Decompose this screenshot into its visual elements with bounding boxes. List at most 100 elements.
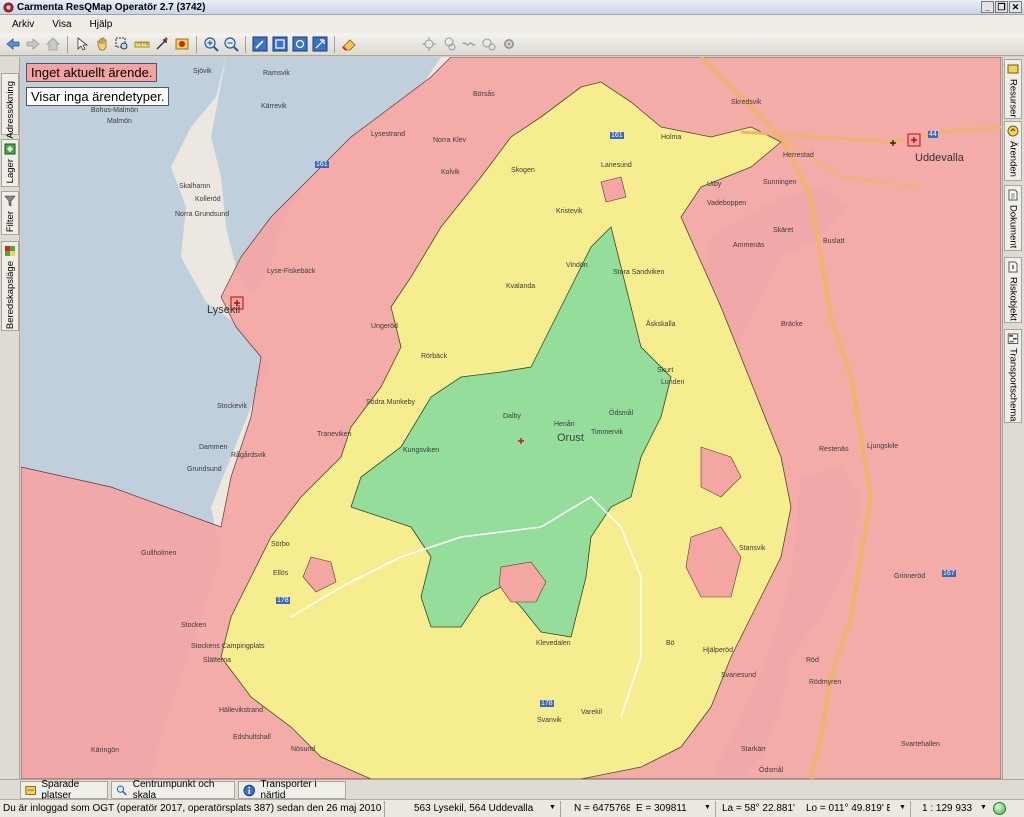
map-label: Ramsvik: [263, 70, 290, 77]
map-label: Vadeboppen: [707, 200, 747, 207]
hospital-marker-uddevalla[interactable]: [907, 133, 921, 147]
cases-icon: [1007, 125, 1019, 137]
map-label: Vindön: [566, 262, 588, 269]
layer-window-icon[interactable]: [270, 35, 289, 54]
measure-ruler-icon[interactable]: [132, 35, 151, 54]
map-label: Käringön: [91, 747, 120, 754]
latlon-dropdown-icon[interactable]: ▼: [899, 804, 906, 811]
map-label: Rågårdsvik: [231, 452, 267, 459]
map-label: Kolleröd: [195, 196, 221, 203]
bottom-tab-bar: Sparade platser Centrumpunkt och skala T…: [0, 779, 1024, 801]
forward-arrow-icon[interactable]: [23, 35, 42, 54]
map-label: Nösund: [291, 746, 316, 753]
toolbar-separator: [245, 35, 246, 53]
tab-transporter-i-nartid[interactable]: Transporter i närtid: [238, 779, 346, 801]
status-divider: [560, 801, 561, 817]
tab-filter[interactable]: Filter: [1, 191, 19, 235]
tab-label: Filter: [4, 211, 16, 233]
map-label: Gullholmen: [141, 550, 177, 557]
case-icon[interactable]: [172, 35, 191, 54]
menu-bar: Arkiv Visa Hjälp: [0, 15, 1024, 33]
tab-label: Transportschema: [1007, 348, 1019, 422]
status-divider: [910, 801, 911, 817]
tab-transportschema[interactable]: Transportschema: [1004, 329, 1022, 423]
tab-lager[interactable]: Lager: [1, 139, 19, 187]
map-label: Holma: [661, 134, 682, 141]
resources-icon: [1007, 64, 1019, 74]
map-label: Timmervik: [591, 429, 624, 436]
menu-hjalp[interactable]: Hjälp: [90, 19, 113, 30]
map-label: Ljungskile: [867, 443, 899, 450]
map-label: Rörbäck: [421, 353, 448, 360]
map-label: Sjövik: [193, 68, 212, 75]
coordinate-dropdown-icon[interactable]: ▼: [704, 804, 711, 811]
refresh-window-icon[interactable]: [290, 35, 309, 54]
restore-button[interactable]: ❐: [995, 1, 1008, 13]
map-label: Lysestrand: [371, 131, 405, 138]
tab-label: Transporter i närtid: [260, 779, 317, 801]
gps-target-icon[interactable]: [419, 35, 438, 54]
map-label: Edshultshall: [233, 734, 271, 741]
map-label: Malmön: [107, 118, 132, 125]
status-bar: Du är inloggad som OGT (operatör 2017, o…: [0, 799, 1024, 817]
tab-beredskapslage[interactable]: Beredskapsläge: [1, 241, 19, 331]
tab-sparade-platser[interactable]: Sparade platser: [20, 779, 108, 801]
tab-centrumpunkt-och-skala[interactable]: Centrumpunkt och skala: [111, 779, 235, 801]
map-label: Restenäs: [819, 446, 849, 453]
road-number-badge: 178: [276, 597, 290, 604]
map-label: Bö: [666, 640, 675, 647]
settings-icon[interactable]: [499, 35, 518, 54]
route-icon[interactable]: [479, 35, 498, 54]
minimize-button[interactable]: _: [981, 1, 994, 13]
window-zoom-icon[interactable]: [310, 35, 329, 54]
connection-status-icon: [993, 802, 1006, 815]
map-label: Utby: [707, 181, 722, 188]
map-label: Stora Sandviken: [613, 269, 665, 276]
track-icon[interactable]: [459, 35, 478, 54]
home-icon[interactable]: [43, 35, 62, 54]
draw-pen-icon[interactable]: [250, 35, 269, 54]
map-label: Herrestad: [783, 152, 814, 159]
tab-arenden[interactable]: Ärenden: [1004, 121, 1022, 181]
pointer-icon[interactable]: [72, 35, 91, 54]
select-arrow-icon[interactable]: [152, 35, 171, 54]
case-status-label: Inget aktuellt ärende.: [26, 63, 158, 82]
zoom-box-icon[interactable]: [112, 35, 131, 54]
zoom-out-icon[interactable]: [221, 35, 240, 54]
road-number-badge: 178: [540, 700, 554, 707]
map-label: Traneviken: [317, 431, 352, 438]
tab-resurser[interactable]: Resurser: [1004, 59, 1022, 119]
map-label: Sunningen: [763, 179, 797, 186]
map-label: Kärrevik: [261, 103, 287, 110]
longitude-text: Lo = 011° 49.819' E: [806, 803, 890, 814]
scale-dropdown-icon[interactable]: ▼: [980, 804, 987, 811]
menu-visa[interactable]: Visa: [52, 19, 71, 30]
area-dropdown-icon[interactable]: ▼: [549, 804, 556, 811]
toolbar-separator: [334, 35, 335, 53]
tab-label: Riskobjekt: [1007, 277, 1019, 321]
vehicle-icon[interactable]: [439, 35, 458, 54]
map-label: Hällevikstrand: [219, 707, 263, 714]
menu-arkiv[interactable]: Arkiv: [12, 19, 34, 30]
close-button[interactable]: ✕: [1009, 1, 1022, 13]
map-label: Slätterna: [203, 657, 232, 664]
map-view[interactable]: Sjövik Ramsvik Bohus-Malmön Malmön Kärre…: [21, 57, 1001, 779]
map-label: Dalby: [503, 413, 521, 420]
zoom-in-icon[interactable]: [201, 35, 220, 54]
readiness-icon: [5, 246, 15, 256]
road-number-badge: 167: [942, 570, 956, 577]
tab-adressokning[interactable]: Adressökning: [1, 73, 19, 139]
map-label: Ödsmål: [609, 410, 634, 417]
tab-label: Dokument: [1007, 205, 1019, 249]
status-divider: [384, 801, 385, 817]
map-label: Svanvik: [537, 717, 562, 724]
toolbar-separator: [196, 35, 197, 53]
back-arrow-icon[interactable]: [3, 35, 22, 54]
map-label: Stockevik: [217, 403, 247, 410]
pan-hand-icon[interactable]: [92, 35, 111, 54]
tab-label: Sparade platser: [41, 779, 80, 801]
eraser-icon[interactable]: [339, 35, 358, 54]
tab-dokument[interactable]: Dokument: [1004, 185, 1022, 251]
saved-places-icon: [25, 785, 36, 795]
tab-riskobjekt[interactable]: Riskobjekt: [1004, 257, 1022, 323]
